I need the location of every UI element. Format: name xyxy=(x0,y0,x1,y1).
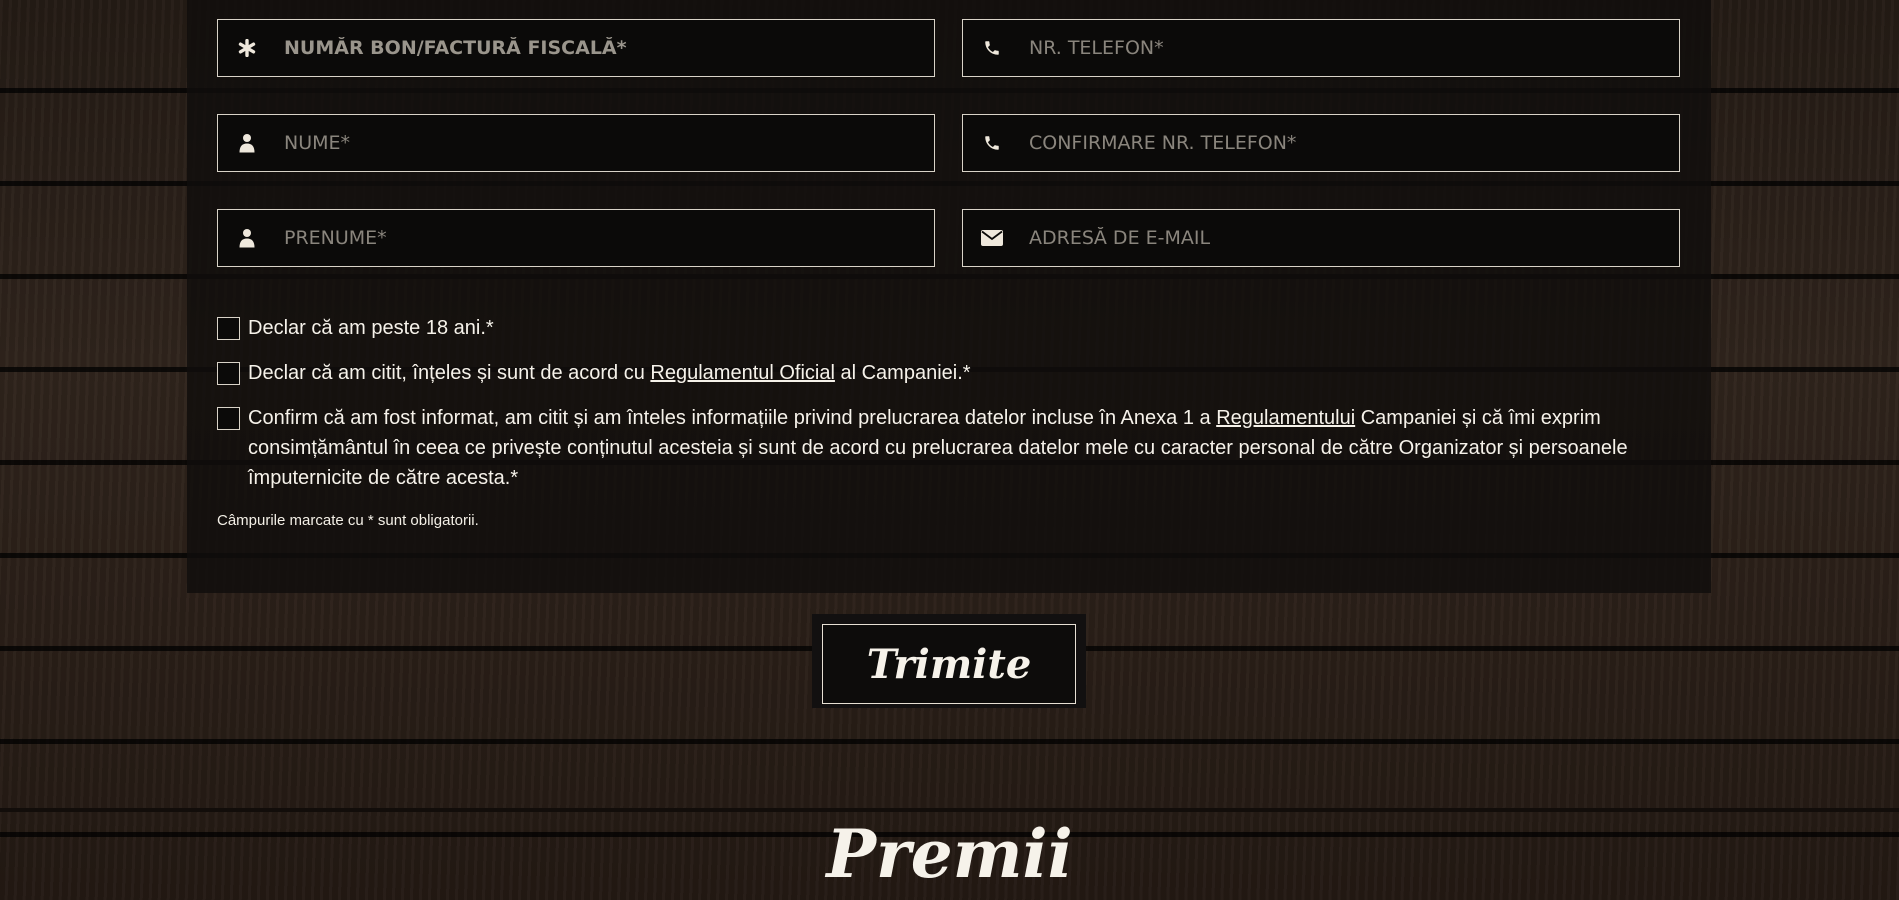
data-consent-row: Confirm că am fost informat, am citit și… xyxy=(217,407,1677,493)
envelope-icon xyxy=(979,225,1005,251)
phone-input[interactable] xyxy=(1029,20,1679,76)
phone-confirm-input[interactable] xyxy=(1029,115,1679,171)
age-consent-label: Declar că am peste 18 ani.* xyxy=(248,317,494,339)
phone-icon xyxy=(979,35,1005,61)
rules-consent-row: Declar că am citit, înțeles și sunt de a… xyxy=(217,362,971,388)
submit-button[interactable]: Trimite xyxy=(822,624,1076,704)
official-rules-link[interactable]: Regulamentul Oficial xyxy=(650,362,835,384)
user-icon xyxy=(234,130,260,156)
rules-checkbox[interactable] xyxy=(217,362,240,385)
age-consent-row: Declar că am peste 18 ani.* xyxy=(217,317,494,343)
data-consent-checkbox[interactable] xyxy=(217,407,240,430)
receipt-number-field[interactable] xyxy=(217,19,935,77)
asterisk-icon xyxy=(234,35,260,61)
last-name-field[interactable] xyxy=(217,114,935,172)
email-input[interactable] xyxy=(1029,210,1679,266)
regulation-link[interactable]: Regulamentului xyxy=(1216,407,1355,429)
receipt-number-input[interactable] xyxy=(284,20,934,76)
email-field[interactable] xyxy=(962,209,1680,267)
phone-field[interactable] xyxy=(962,19,1680,77)
phone-confirm-field[interactable] xyxy=(962,114,1680,172)
phone-icon xyxy=(979,130,1005,156)
submit-wrapper: Trimite xyxy=(812,614,1086,708)
rules-consent-label: Declar că am citit, înțeles și sunt de a… xyxy=(248,358,971,388)
form-panel xyxy=(187,0,1711,593)
age-checkbox[interactable] xyxy=(217,317,240,340)
consent-text-before: Confirm că am fost informat, am citit și… xyxy=(248,407,1217,429)
required-fields-note: Câmpurile marcate cu * sunt obligatorii. xyxy=(217,512,479,529)
rules-text-after: al Campaniei.* xyxy=(834,362,971,384)
user-icon xyxy=(234,225,260,251)
first-name-input[interactable] xyxy=(284,210,934,266)
data-consent-label: Confirm că am fost informat, am citit și… xyxy=(248,403,1677,493)
first-name-field[interactable] xyxy=(217,209,935,267)
prizes-section-title: Premii xyxy=(826,815,1073,893)
last-name-input[interactable] xyxy=(284,115,934,171)
rules-text-before: Declar că am citit, înțeles și sunt de a… xyxy=(248,362,651,384)
